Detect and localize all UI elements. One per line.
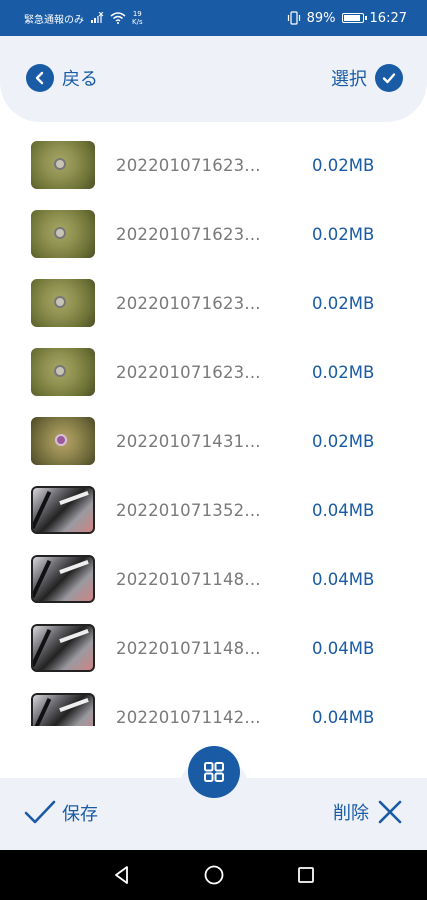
network-speed: 19 K/s (132, 10, 143, 26)
close-icon (378, 800, 402, 824)
file-size: 0.02MB (312, 224, 375, 244)
file-name: 202201071142... (116, 707, 261, 727)
file-thumbnail (31, 279, 95, 327)
delete-button[interactable]: 削除 (333, 799, 403, 825)
battery-icon (341, 13, 367, 23)
file-row[interactable]: 202201071148... 0.04MB (0, 554, 427, 604)
file-name: 202201071623... (116, 224, 261, 244)
file-thumbnail (31, 624, 95, 672)
home-circle-icon[interactable] (202, 863, 226, 887)
battery-percent: 89% (306, 10, 336, 26)
grid-view-button[interactable] (188, 746, 240, 798)
file-thumbnail (31, 555, 95, 603)
no-sim-icon (91, 12, 104, 23)
delete-label: 削除 (333, 803, 369, 824)
file-thumbnail (31, 693, 95, 726)
file-row[interactable]: 202201071623... 0.02MB (0, 209, 427, 259)
file-size: 0.02MB (312, 362, 375, 382)
file-size: 0.04MB (312, 638, 375, 658)
file-name: 202201071148... (116, 638, 261, 658)
recents-square-icon[interactable] (294, 863, 318, 887)
carrier-text: 緊急通報のみ (24, 14, 84, 26)
file-size: 0.04MB (312, 707, 375, 727)
vibrate-icon (287, 11, 300, 25)
speed-value: 19 (132, 10, 142, 18)
save-label: 保存 (62, 804, 98, 825)
wifi-icon (110, 12, 126, 24)
file-list[interactable]: 202201071623... 0.02MB 202201071623... 0.02… (0, 140, 427, 726)
status-bar: 緊急通報のみ 19 K/s 89% 16:27 (0, 0, 427, 36)
speed-unit: K/s (132, 18, 143, 26)
file-size: 0.02MB (312, 431, 375, 451)
file-name: 202201071148... (116, 569, 261, 589)
file-row[interactable]: 202201071148... 0.04MB (0, 623, 427, 673)
select-label: 選択 (331, 69, 367, 90)
chevron-left-icon (26, 64, 54, 92)
file-size: 0.02MB (312, 293, 375, 313)
file-row[interactable]: 202201071623... 0.02MB (0, 140, 427, 190)
back-label: 戻る (62, 69, 98, 90)
checkmark-icon (24, 800, 56, 824)
file-name: 202201071623... (116, 155, 261, 175)
file-thumbnail (31, 417, 95, 465)
file-thumbnail (31, 348, 95, 396)
file-row[interactable]: 202201071431... 0.02MB (0, 416, 427, 466)
file-row[interactable]: 202201071352... 0.04MB (0, 485, 427, 535)
back-button[interactable]: 戻る (26, 64, 98, 92)
battery-fill (343, 15, 360, 21)
file-name: 202201071352... (116, 500, 261, 520)
back-triangle-icon[interactable] (110, 863, 134, 887)
file-thumbnail (31, 486, 95, 534)
file-row[interactable]: 202201071623... 0.02MB (0, 278, 427, 328)
file-size: 0.02MB (312, 155, 375, 175)
save-button[interactable]: 保存 (24, 799, 98, 827)
file-row[interactable]: 202201071623... 0.02MB (0, 347, 427, 397)
status-right: 89% 16:27 (287, 0, 407, 36)
select-button[interactable]: 選択 (331, 64, 403, 92)
file-thumbnail (31, 210, 95, 258)
file-name: 202201071623... (116, 293, 261, 313)
file-size: 0.04MB (312, 569, 375, 589)
status-left: 緊急通報のみ 19 K/s (24, 0, 143, 36)
file-thumbnail (31, 141, 95, 189)
header: 戻る 選択 (0, 36, 427, 122)
file-name: 202201071623... (116, 362, 261, 382)
file-size: 0.04MB (312, 500, 375, 520)
file-name: 202201071431... (116, 431, 261, 451)
clock: 16:27 (369, 10, 407, 26)
checkmark-icon (375, 64, 403, 92)
grid-icon (204, 762, 224, 782)
file-row[interactable]: 202201071142... 0.04MB (0, 692, 427, 726)
system-nav-bar (0, 850, 427, 900)
